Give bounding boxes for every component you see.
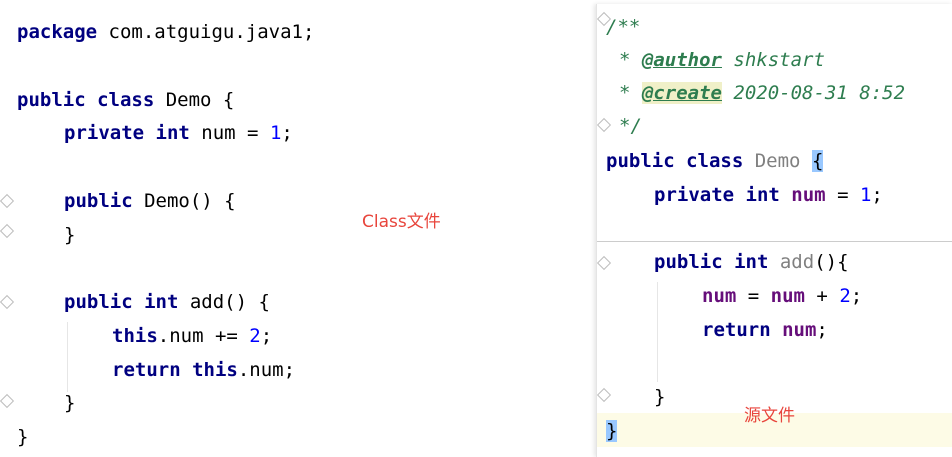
code-line-method-close[interactable]: } (64, 390, 75, 416)
code-line-method-body-1[interactable]: this.num += 2; (112, 323, 272, 349)
code-line-constructor-close[interactable]: } (64, 222, 75, 248)
javadoc-open[interactable]: /** (606, 14, 640, 40)
code-line-class-close[interactable]: } (17, 424, 28, 450)
source-file-editor[interactable]: /** * @author shkstart * @create 2020-08… (596, 4, 952, 457)
source-method-close[interactable]: } (654, 384, 665, 410)
javadoc-author-line[interactable]: * @author shkstart (619, 47, 825, 73)
source-method-decl[interactable]: public int add(){ (654, 249, 849, 275)
code-line-class-decl[interactable]: public class Demo { (17, 87, 234, 113)
class-file-editor[interactable]: package com.atguigu.java1; public class … (0, 0, 588, 457)
indent-guide (657, 282, 658, 382)
indent-guide (67, 322, 68, 392)
source-method-body-1[interactable]: num = num + 2; (702, 283, 862, 309)
source-class-close[interactable]: } (606, 418, 618, 444)
code-line-method-decl[interactable]: public int add() { (64, 289, 270, 315)
javadoc-close[interactable]: */ (619, 113, 642, 139)
class-file-annotation: Class文件 (362, 212, 441, 232)
source-method-body-2[interactable]: return num; (702, 317, 828, 343)
code-line-method-body-2[interactable]: return this.num; (112, 357, 295, 383)
source-file-annotation: 源文件 (744, 406, 795, 426)
source-class-decl[interactable]: public class Demo { (606, 148, 824, 174)
method-separator (597, 241, 952, 242)
javadoc-create-line[interactable]: * @create 2020-08-31 8:52 (619, 80, 905, 106)
source-field[interactable]: private int num = 1; (654, 182, 883, 208)
code-line-field[interactable]: private int num = 1; (64, 120, 293, 146)
code-line-package[interactable]: package com.atguigu.java1; (17, 19, 314, 45)
code-line-constructor[interactable]: public Demo() { (64, 188, 236, 214)
